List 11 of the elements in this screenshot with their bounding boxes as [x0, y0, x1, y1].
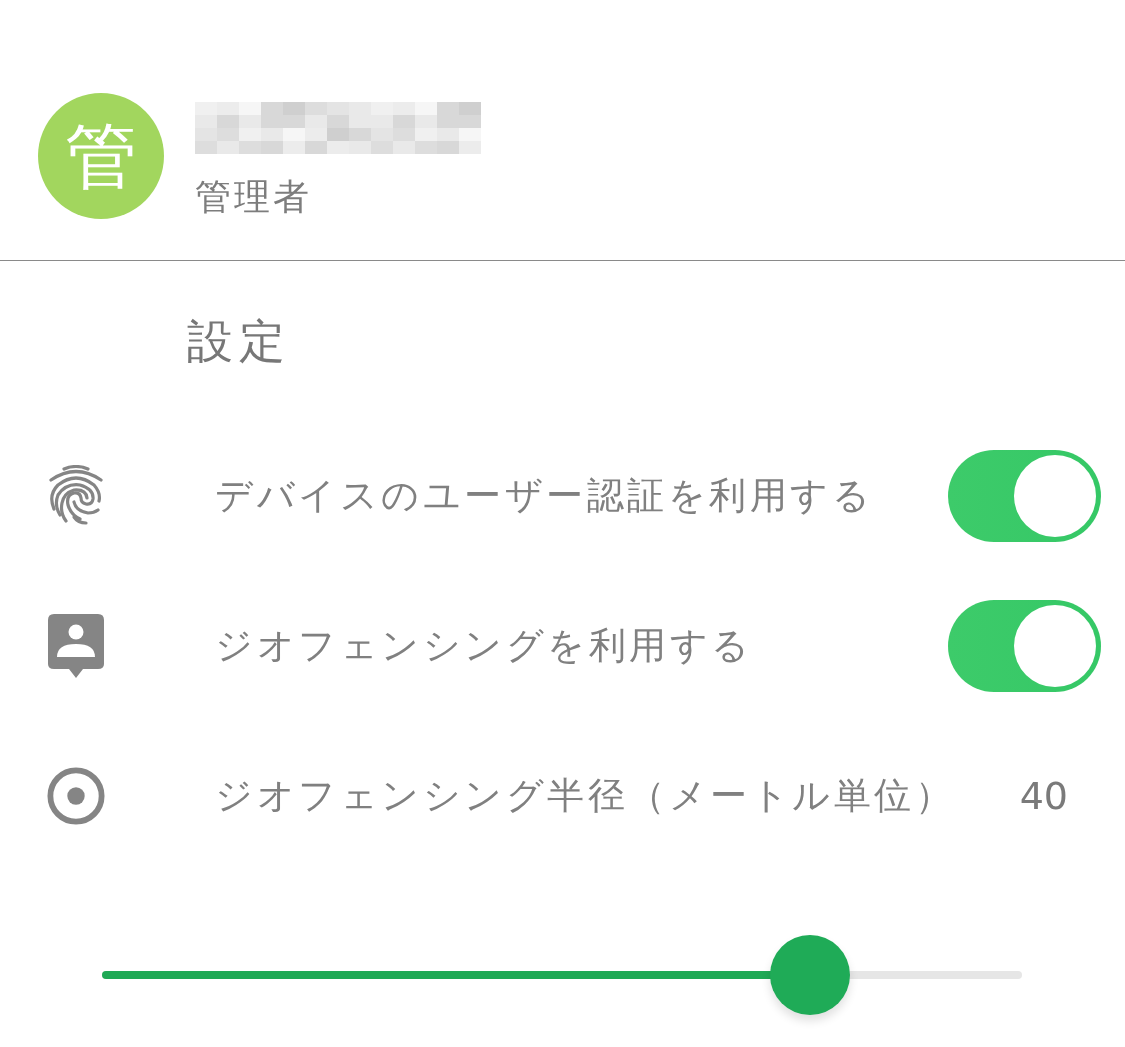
fingerprint-icon: [48, 465, 104, 527]
setting-label: ジオフェンシングを利用する: [215, 623, 754, 669]
setting-value: 40: [1019, 773, 1068, 820]
avatar: 管: [38, 93, 164, 219]
slider-track[interactable]: [102, 935, 1022, 1015]
setting-label: ジオフェンシング半径（メートル単位）: [215, 773, 956, 819]
section-title: 設定: [187, 313, 291, 370]
person-pin-icon: [48, 614, 104, 678]
user-role: 管理者: [195, 175, 313, 219]
radio-target-icon: [47, 766, 105, 826]
setting-label: デバイスのユーザー認証を利用する: [215, 473, 874, 519]
